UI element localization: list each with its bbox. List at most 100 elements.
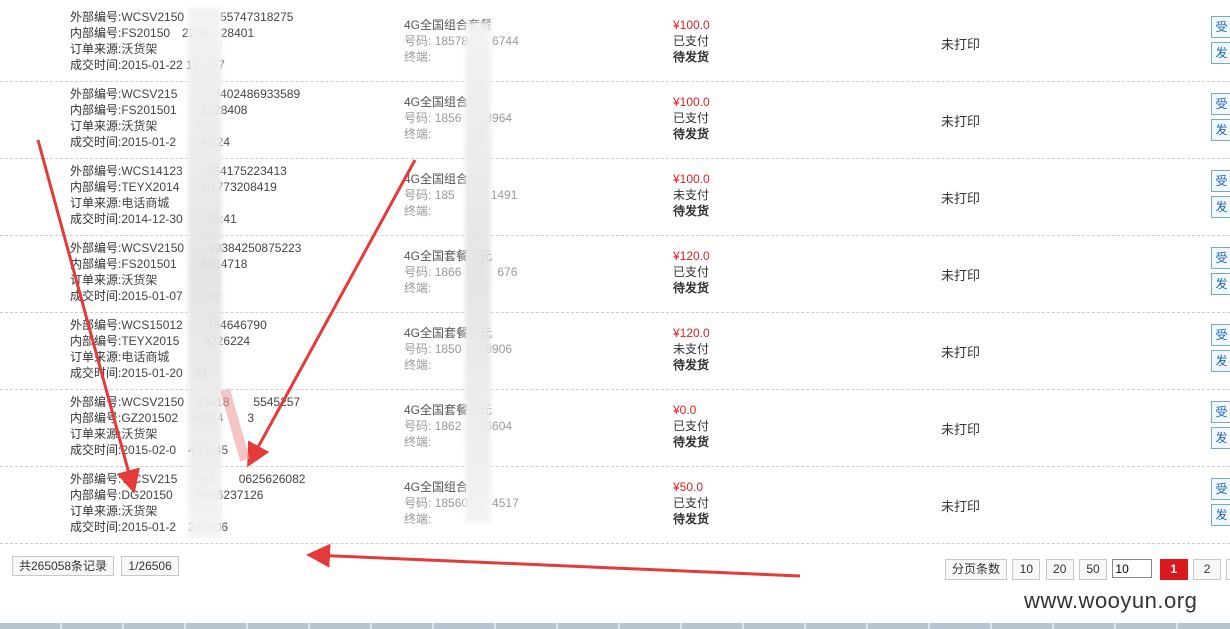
internal-id: TEYX2015 9226224	[121, 334, 251, 348]
row-actions: 受 发	[1211, 478, 1230, 530]
price: ¥100.0	[673, 95, 710, 109]
redaction-blur-2	[465, 22, 491, 522]
external-id-label: 外部编号:	[70, 10, 122, 24]
ship-status: 待发货	[673, 204, 710, 218]
package-name: 4G全国组合套餐	[404, 18, 493, 32]
accept-button[interactable]: 受	[1211, 170, 1230, 192]
accept-button[interactable]: 受	[1211, 247, 1230, 269]
package-info: 4G全国套餐 元 号码: 1866 676 终端:	[404, 248, 517, 296]
time-label: 成交时间:	[70, 58, 122, 72]
table-row: 外部编号:WCSV2150 61418 5545257 内部编号:GZ20150…	[0, 389, 1230, 467]
price: ¥120.0	[673, 249, 710, 263]
order-source: 沃货架	[121, 119, 158, 133]
pagination: 分页条数 10 20 50 1 2 3 4	[945, 559, 1230, 580]
row-actions: 受 发	[1211, 93, 1230, 145]
taskbar-strip	[0, 623, 1230, 629]
payment-info: ¥50.0 已支付 待发货	[673, 479, 709, 527]
internal-id: FS201501 3228408	[121, 103, 248, 117]
table-row: 外部编号:WCSV215 93 0625626082 内部编号:DG20150 …	[0, 466, 1230, 544]
order-info: 外部编号:WCSV2150 61418 5545257 内部编号:GZ20150…	[70, 394, 300, 458]
ship-button[interactable]: 发	[1211, 427, 1230, 449]
time-label: 成交时间:	[70, 520, 122, 534]
arrow-bottom	[306, 543, 801, 578]
page-size-label: 分页条数	[945, 559, 1008, 580]
table-row: 外部编号:WCS14123 564175223413 内部编号:TEYX2014…	[0, 158, 1230, 236]
order-source: 沃货架	[121, 273, 158, 287]
internal-id-label: 内部编号:	[70, 411, 122, 425]
terminal-label: 终端:	[404, 358, 432, 372]
order-source: 电话商城	[121, 196, 170, 210]
page-size-20[interactable]: 20	[1045, 559, 1074, 580]
time-label: 成交时间:	[70, 135, 122, 149]
accept-button[interactable]: 受	[1211, 16, 1230, 38]
accept-button[interactable]: 受	[1211, 401, 1230, 423]
accept-button[interactable]: 受	[1211, 478, 1230, 500]
ship-button[interactable]: 发	[1211, 350, 1230, 372]
external-id-label: 外部编号:	[70, 395, 122, 409]
payment-info: ¥120.0 已支付 待发货	[673, 248, 710, 296]
phone-label: 号码:	[404, 419, 432, 433]
source-label: 订单来源:	[70, 42, 122, 56]
print-status: 未打印	[941, 499, 981, 514]
payment-info: ¥0.0 已支付 待发货	[673, 402, 709, 450]
phone-label: 号码:	[404, 111, 432, 125]
table-row: 外部编号:WCSV2150 10384250875223 内部编号:FS2015…	[0, 235, 1230, 313]
ship-button[interactable]: 发	[1211, 119, 1230, 141]
package-name: 4G全国套餐 元	[404, 249, 493, 263]
row-actions: 受 发	[1211, 324, 1230, 376]
phone-label: 号码:	[404, 34, 432, 48]
terminal-label: 终端:	[404, 281, 432, 295]
total-records: 共265058条记录	[12, 556, 115, 576]
page-size-50[interactable]: 50	[1079, 559, 1108, 580]
ship-status: 待发货	[673, 50, 710, 64]
page-3-button[interactable]: 3	[1226, 559, 1230, 580]
accept-button[interactable]: 受	[1211, 93, 1230, 115]
page-size-input[interactable]	[1112, 559, 1153, 578]
pay-status: 未支付	[673, 188, 710, 202]
package-name: 4G全国组合	[404, 480, 481, 494]
package-name: 4G全国组合	[404, 172, 469, 186]
row-actions: 受 发	[1211, 401, 1230, 453]
order-source: 沃货架	[121, 427, 158, 441]
pay-status: 已支付	[673, 496, 710, 510]
source-label: 订单来源:	[70, 427, 122, 441]
phone-label: 号码:	[404, 496, 432, 510]
order-source: 沃货架	[121, 42, 158, 56]
package-info: 4G全国组合 号码: 1856 3964 终端:	[404, 94, 512, 142]
order-info: 外部编号:WCSV215 3402486933589 内部编号:FS201501…	[70, 86, 300, 150]
print-status: 未打印	[941, 345, 981, 360]
package-info: 4G全国组合套餐 号码: 18578 6744 终端:	[404, 17, 519, 65]
terminal-label: 终端:	[404, 50, 432, 64]
table-row: 外部编号:WCSV215 3402486933589 内部编号:FS201501…	[0, 81, 1230, 159]
package-info: 4G全国组合 号码: 185 1491 终端:	[404, 171, 517, 219]
package-info: 4G全国套餐 元 号码: 1862 6604 终端:	[404, 402, 512, 450]
internal-id: FS201501 3214718	[121, 257, 248, 271]
table-row: 外部编号:WCS15012 464646790 内部编号:TEYX2015 92…	[0, 312, 1230, 390]
external-id-label: 外部编号:	[70, 87, 122, 101]
source-label: 订单来源:	[70, 350, 122, 364]
page-1-button[interactable]: 1	[1159, 559, 1188, 580]
phone-label: 号码:	[404, 188, 432, 202]
price: ¥100.0	[673, 18, 710, 32]
page-2-button[interactable]: 2	[1193, 559, 1222, 580]
record-summary: 共265058条记录 1/26506	[12, 556, 183, 576]
order-info: 外部编号:WCSV2150 10384250875223 内部编号:FS2015…	[70, 240, 301, 304]
pay-status: 已支付	[673, 111, 710, 125]
ship-status: 待发货	[673, 281, 710, 295]
time-label: 成交时间:	[70, 366, 122, 380]
ship-status: 待发货	[673, 127, 710, 141]
terminal-label: 终端:	[404, 204, 432, 218]
source-label: 订单来源:	[70, 196, 122, 210]
accept-button[interactable]: 受	[1211, 324, 1230, 346]
payment-info: ¥100.0 已支付 待发货	[673, 94, 710, 142]
ship-button[interactable]: 发	[1211, 196, 1230, 218]
ship-button[interactable]: 发	[1211, 504, 1230, 526]
page-size-10[interactable]: 10	[1012, 559, 1041, 580]
ship-button[interactable]: 发	[1211, 273, 1230, 295]
ship-status: 待发货	[673, 435, 710, 449]
ship-status: 待发货	[673, 512, 710, 526]
watermark: www.wooyun.org	[1024, 588, 1198, 613]
source-label: 订单来源:	[70, 273, 122, 287]
ship-button[interactable]: 发	[1211, 42, 1230, 64]
pay-status: 已支付	[673, 265, 710, 279]
